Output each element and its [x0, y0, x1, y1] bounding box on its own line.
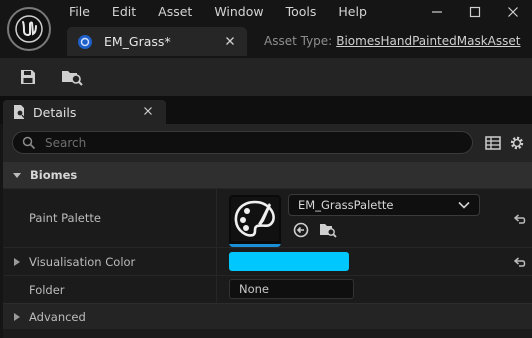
asset-type-label: Asset Type:: [264, 34, 333, 48]
folder-value: None: [239, 282, 270, 296]
details-icon: [14, 105, 25, 119]
browse-button[interactable]: [60, 65, 84, 89]
category-biomes[interactable]: Biomes: [3, 162, 532, 188]
search-icon: [22, 136, 36, 149]
menu-window[interactable]: Window: [203, 0, 274, 24]
close-icon[interactable]: [142, 105, 154, 117]
expand-arrow-icon[interactable]: [13, 257, 21, 267]
menu-file[interactable]: File: [58, 0, 101, 24]
save-icon: [21, 70, 35, 84]
reset-icon[interactable]: [513, 213, 527, 225]
details-tab-label: Details: [33, 104, 77, 120]
search-box[interactable]: [12, 131, 473, 154]
visualisation-color-label: Visualisation Color: [29, 255, 136, 269]
details-panel: Biomes Paint Palette EM_GrassPalette: [3, 124, 532, 338]
palette-icon: [234, 200, 275, 237]
window-controls: [418, 0, 532, 24]
category-label: Biomes: [30, 168, 78, 182]
chevron-down-icon: [458, 201, 470, 209]
property-visualisation-color: Visualisation Color: [3, 247, 532, 275]
palette-dropdown[interactable]: EM_GrassPalette: [288, 194, 480, 216]
folder-label: Folder: [29, 283, 65, 297]
palette-thumbnail[interactable]: [229, 195, 281, 247]
property-folder: Folder None: [3, 275, 532, 303]
menu-edit[interactable]: Edit: [101, 0, 147, 24]
panel-footer: [3, 329, 532, 338]
browse-folder-icon[interactable]: [319, 222, 337, 238]
arrow-down-icon: [13, 173, 21, 178]
asset-tab[interactable]: EM_Grass*: [67, 27, 247, 56]
browse-icon: [62, 71, 83, 86]
minimize-icon[interactable]: [418, 0, 456, 24]
toolbar: [0, 58, 532, 96]
asset-type-link[interactable]: BiomesHandPaintedMaskAsset: [336, 34, 520, 48]
asset-icon: [78, 34, 92, 49]
menu-bar: File Edit Asset Window Tools Help: [58, 0, 378, 24]
maximize-icon[interactable]: [456, 0, 494, 24]
gear-icon[interactable]: [508, 134, 526, 152]
save-button[interactable]: [16, 65, 40, 89]
color-swatch[interactable]: [229, 252, 349, 271]
title-bar: File Edit Asset Window Tools Help EM_Gra…: [0, 0, 532, 58]
property-paint-palette: Paint Palette EM_GrassPalette: [3, 188, 532, 247]
column-divider[interactable]: [216, 276, 217, 303]
menu-tools[interactable]: Tools: [275, 0, 328, 24]
table-icon[interactable]: [484, 134, 502, 152]
unreal-logo-icon[interactable]: [7, 7, 51, 51]
menu-asset[interactable]: Asset: [147, 0, 203, 24]
close-icon[interactable]: [494, 0, 532, 24]
menu-help[interactable]: Help: [327, 0, 378, 24]
advanced-label: Advanced: [29, 309, 86, 324]
paint-palette-label: Paint Palette: [29, 211, 101, 225]
reset-icon[interactable]: [513, 256, 527, 268]
column-divider[interactable]: [216, 248, 217, 275]
asset-type-info: Asset Type: BiomesHandPaintedMaskAsset: [264, 34, 520, 48]
use-selected-icon[interactable]: [293, 222, 309, 238]
tab-details[interactable]: Details: [3, 100, 166, 124]
column-divider[interactable]: [216, 189, 217, 247]
palette-dropdown-value: EM_GrassPalette: [298, 198, 394, 212]
advanced-section[interactable]: Advanced: [3, 303, 532, 329]
folder-field[interactable]: None: [229, 279, 354, 299]
tab-close-icon[interactable]: [223, 34, 237, 48]
search-input[interactable]: [45, 135, 445, 150]
expand-arrow-icon: [14, 312, 20, 321]
tab-title: EM_Grass*: [104, 34, 171, 49]
